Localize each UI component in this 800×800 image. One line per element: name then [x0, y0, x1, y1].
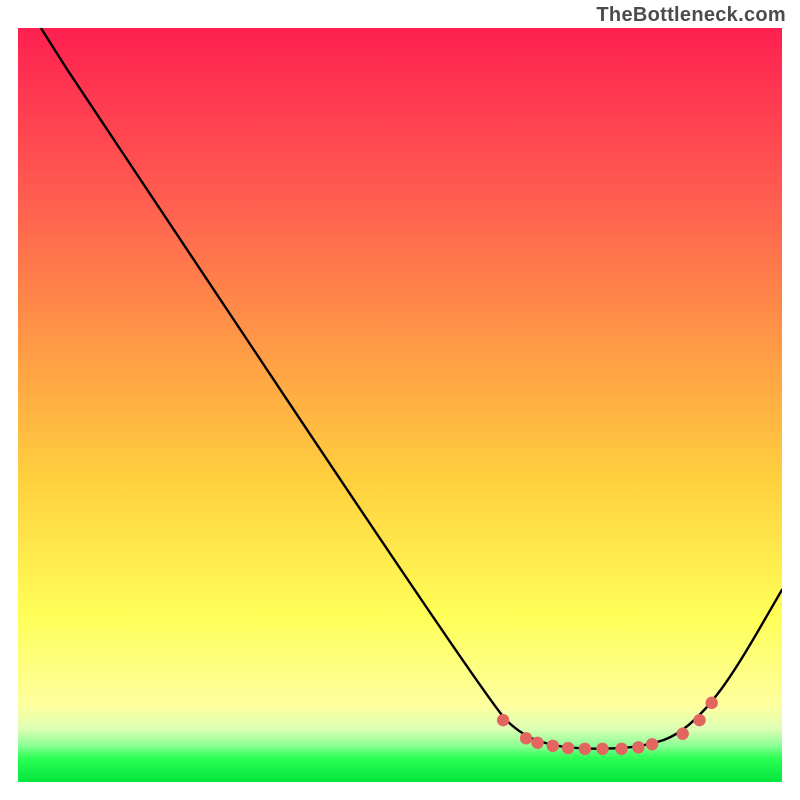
marker-dot: [547, 740, 559, 752]
marker-dot: [596, 743, 608, 755]
marker-dot: [615, 743, 627, 755]
marker-dot: [579, 743, 591, 755]
gradient-background: [18, 28, 782, 782]
watermark-text: TheBottleneck.com: [596, 4, 786, 27]
marker-dot: [520, 732, 532, 744]
chart-container: TheBottleneck.com: [0, 0, 800, 800]
marker-dot: [693, 714, 705, 726]
marker-dot: [706, 697, 718, 709]
marker-dot: [531, 737, 543, 749]
marker-dot: [562, 742, 574, 754]
chart-svg: [18, 28, 782, 782]
marker-dot: [497, 714, 509, 726]
marker-dot: [646, 738, 658, 750]
plot-area: [18, 28, 782, 782]
marker-dot: [632, 741, 644, 753]
marker-dot: [676, 728, 688, 740]
